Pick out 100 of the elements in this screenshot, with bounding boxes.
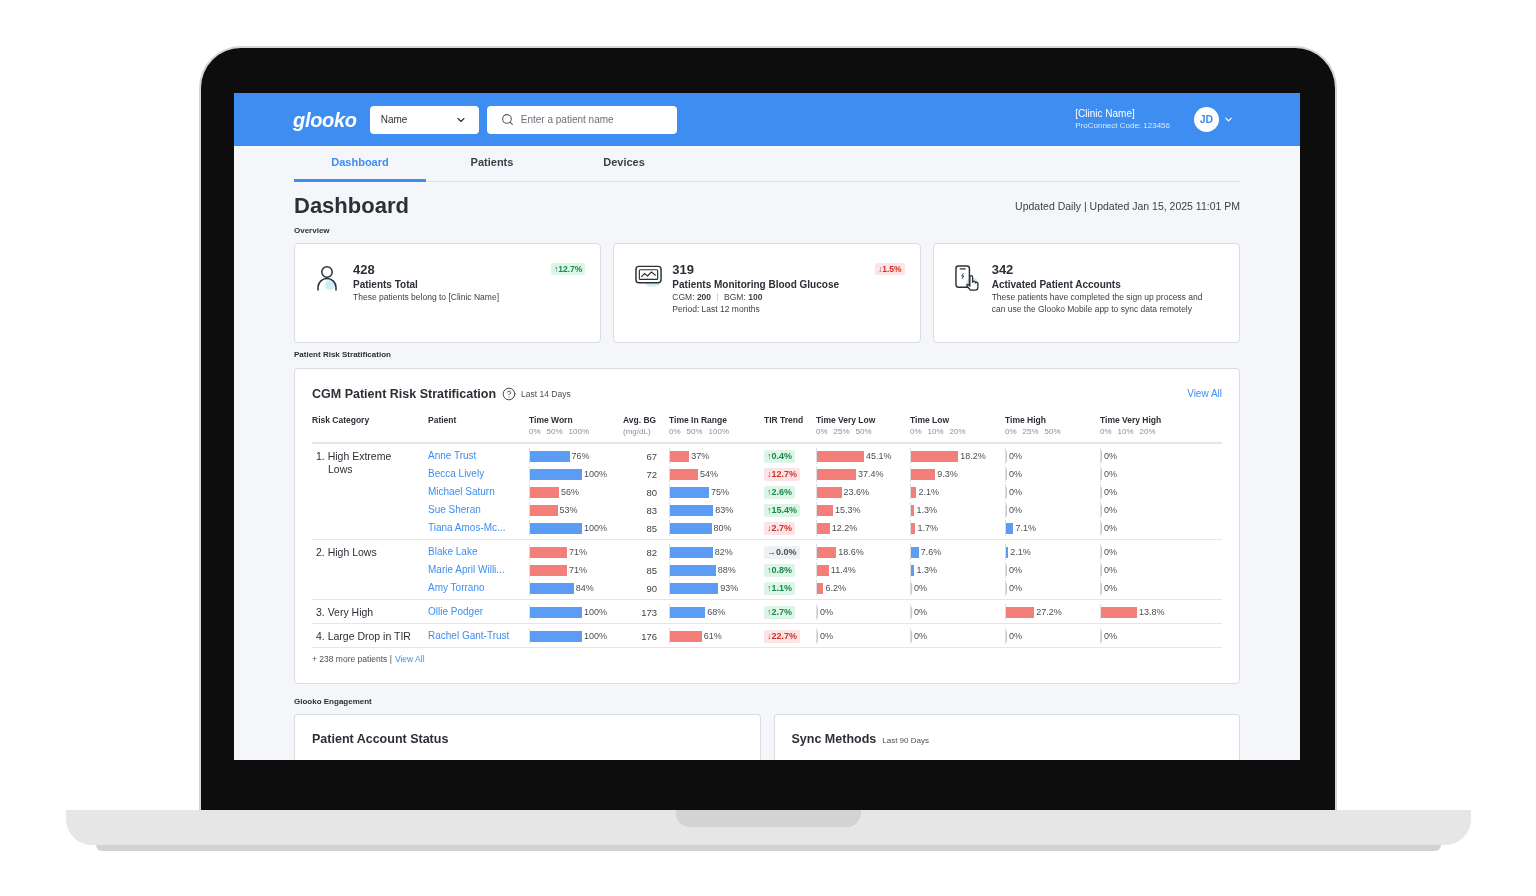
scale-tick: 100% xyxy=(708,427,730,437)
bar-value: 80% xyxy=(713,522,732,534)
tab[interactable]: Devices xyxy=(558,146,690,182)
scale-tick: 50% xyxy=(1044,427,1061,437)
proconnect-code: ProConnect Code: 123456 xyxy=(1075,120,1170,131)
column-header: Time High xyxy=(1005,415,1046,425)
bar-value: 0% xyxy=(1104,522,1117,534)
avg-bg-value: 90 xyxy=(646,582,657,594)
bar-value: 1.3% xyxy=(916,564,937,576)
bar-value: 18.2% xyxy=(960,450,986,462)
bar-value: 37.4% xyxy=(857,468,884,480)
bar-value: 0% xyxy=(1009,468,1022,480)
bar-value: 68% xyxy=(707,606,726,618)
bar-value: 15.3% xyxy=(834,504,861,516)
patient-link[interactable]: Marie April Willi... xyxy=(428,564,505,576)
patient-link[interactable]: Amy Torrano xyxy=(428,582,485,594)
bar-value: 27.2% xyxy=(1036,606,1062,618)
stat-detail: BGM: 100 xyxy=(724,291,763,303)
view-all-link[interactable]: View All xyxy=(394,654,425,664)
chevron-down-icon[interactable] xyxy=(1223,114,1234,125)
bar-value: 61% xyxy=(703,630,722,642)
scale-tick: 100% xyxy=(568,427,590,437)
stat-detail: CGM: 200 xyxy=(672,291,712,303)
bar-value: 0% xyxy=(1009,564,1022,576)
bar-value: 100% xyxy=(584,468,608,480)
bar-value: 6.2% xyxy=(825,582,846,594)
tab[interactable]: Dashboard xyxy=(294,146,426,182)
tab[interactable]: Patients xyxy=(426,146,558,182)
bar-value: 100% xyxy=(584,522,608,534)
bar-value: 0% xyxy=(914,582,927,594)
card-title: Patient Account Status xyxy=(312,731,449,748)
patient-link[interactable]: Rachel Gant-Trust xyxy=(428,630,510,642)
card-description: These patients have completed the sign up process and can use the Glooko Mobile app to sync data remotely xyxy=(991,291,1204,315)
scale-tick: 50% xyxy=(855,427,872,437)
patient-link[interactable]: Tiana Amos-Mc... xyxy=(428,522,506,534)
scale-tick: 0% xyxy=(669,427,681,437)
bar-value: 2.1% xyxy=(1010,546,1031,558)
patient-link[interactable]: Anne Trust xyxy=(428,450,477,462)
bar-value: 13.8% xyxy=(1138,606,1165,618)
bar-value: 93% xyxy=(720,582,739,594)
scale-tick: 25% xyxy=(1022,427,1039,437)
section-label: Glooko Engagement xyxy=(294,697,372,707)
patient-link[interactable]: Ollie Podger xyxy=(428,606,484,618)
card-title: Activated Patient Accounts xyxy=(991,278,1121,291)
card-description: These patients belong to [Clinic Name] xyxy=(353,291,499,303)
bar-value: 0% xyxy=(1009,504,1022,516)
bar-value: 54% xyxy=(700,468,719,480)
bar-value: 53% xyxy=(559,504,578,516)
scale-tick: 10% xyxy=(927,427,944,437)
avg-bg-value: 72 xyxy=(646,468,657,480)
help-icon[interactable] xyxy=(502,387,517,401)
scale-tick: 0% xyxy=(1005,427,1017,437)
scale-tick: 25% xyxy=(833,427,850,437)
column-header: Time In Range xyxy=(669,415,727,425)
period-label: Last 90 Days xyxy=(882,736,929,746)
bar-value: 0% xyxy=(1104,630,1117,642)
risk-category: 1. High Extreme Lows xyxy=(316,450,393,476)
unit-label: (mg/dL) xyxy=(623,427,651,437)
search-by-dropdown[interactable]: Name xyxy=(369,105,479,134)
bar-value: 76% xyxy=(571,450,590,462)
patient-link[interactable]: Sue Sheran xyxy=(428,504,481,516)
bar-value: 88% xyxy=(717,564,736,576)
bar-value: 0% xyxy=(1009,582,1022,594)
monitor-chart-icon xyxy=(635,265,663,287)
tir-trend-badge: ↓12.7% xyxy=(764,467,801,481)
scale-tick: 20% xyxy=(1139,427,1156,437)
avg-bg-value: 176 xyxy=(641,630,657,642)
bar-value: 9.3% xyxy=(937,468,958,480)
section-label: Patient Risk Stratification xyxy=(294,350,391,360)
search-field[interactable]: Enter a patient name xyxy=(486,105,677,134)
scale-tick: 0% xyxy=(1100,427,1112,437)
bar-value: 0% xyxy=(1104,582,1117,594)
bar-value: 82% xyxy=(714,546,733,558)
tir-trend-badge: ↑2.6% xyxy=(764,485,795,499)
bar-value: 100% xyxy=(584,606,608,618)
bar-value: 75% xyxy=(711,486,729,498)
patient-link[interactable]: Becca Lively xyxy=(428,468,485,480)
avg-bg-value: 85 xyxy=(646,564,657,576)
tir-trend-badge: ↑0.4% xyxy=(764,449,795,463)
column-header: Patient xyxy=(428,415,457,425)
patient-link[interactable]: Blake Lake xyxy=(428,546,478,558)
bar-value: 0% xyxy=(1104,486,1117,498)
logo-wordmark: glooko xyxy=(293,107,357,132)
risk-category: 3. Very High xyxy=(316,606,375,619)
change-badge: ↓1.5% xyxy=(875,263,905,275)
scale-tick: 10% xyxy=(1117,427,1134,437)
view-all-link[interactable]: View All xyxy=(1187,388,1222,400)
column-header: Risk Category xyxy=(312,415,370,425)
bar-value: 1.7% xyxy=(917,522,938,534)
scale-tick: 0% xyxy=(910,427,922,437)
avg-bg-value: 80 xyxy=(646,486,657,498)
bar-value: 7.1% xyxy=(1015,522,1036,534)
card-title: Patients Total xyxy=(353,278,418,291)
bar-value: 0% xyxy=(1009,630,1022,642)
avatar-button[interactable]: JD xyxy=(1194,107,1219,132)
column-header: Avg. BG xyxy=(623,415,657,425)
patient-link[interactable]: Michael Saturn xyxy=(428,486,495,498)
avg-bg-value: 67 xyxy=(646,450,657,462)
bar-value: 71% xyxy=(568,546,587,558)
column-header: TIR Trend xyxy=(764,415,804,425)
